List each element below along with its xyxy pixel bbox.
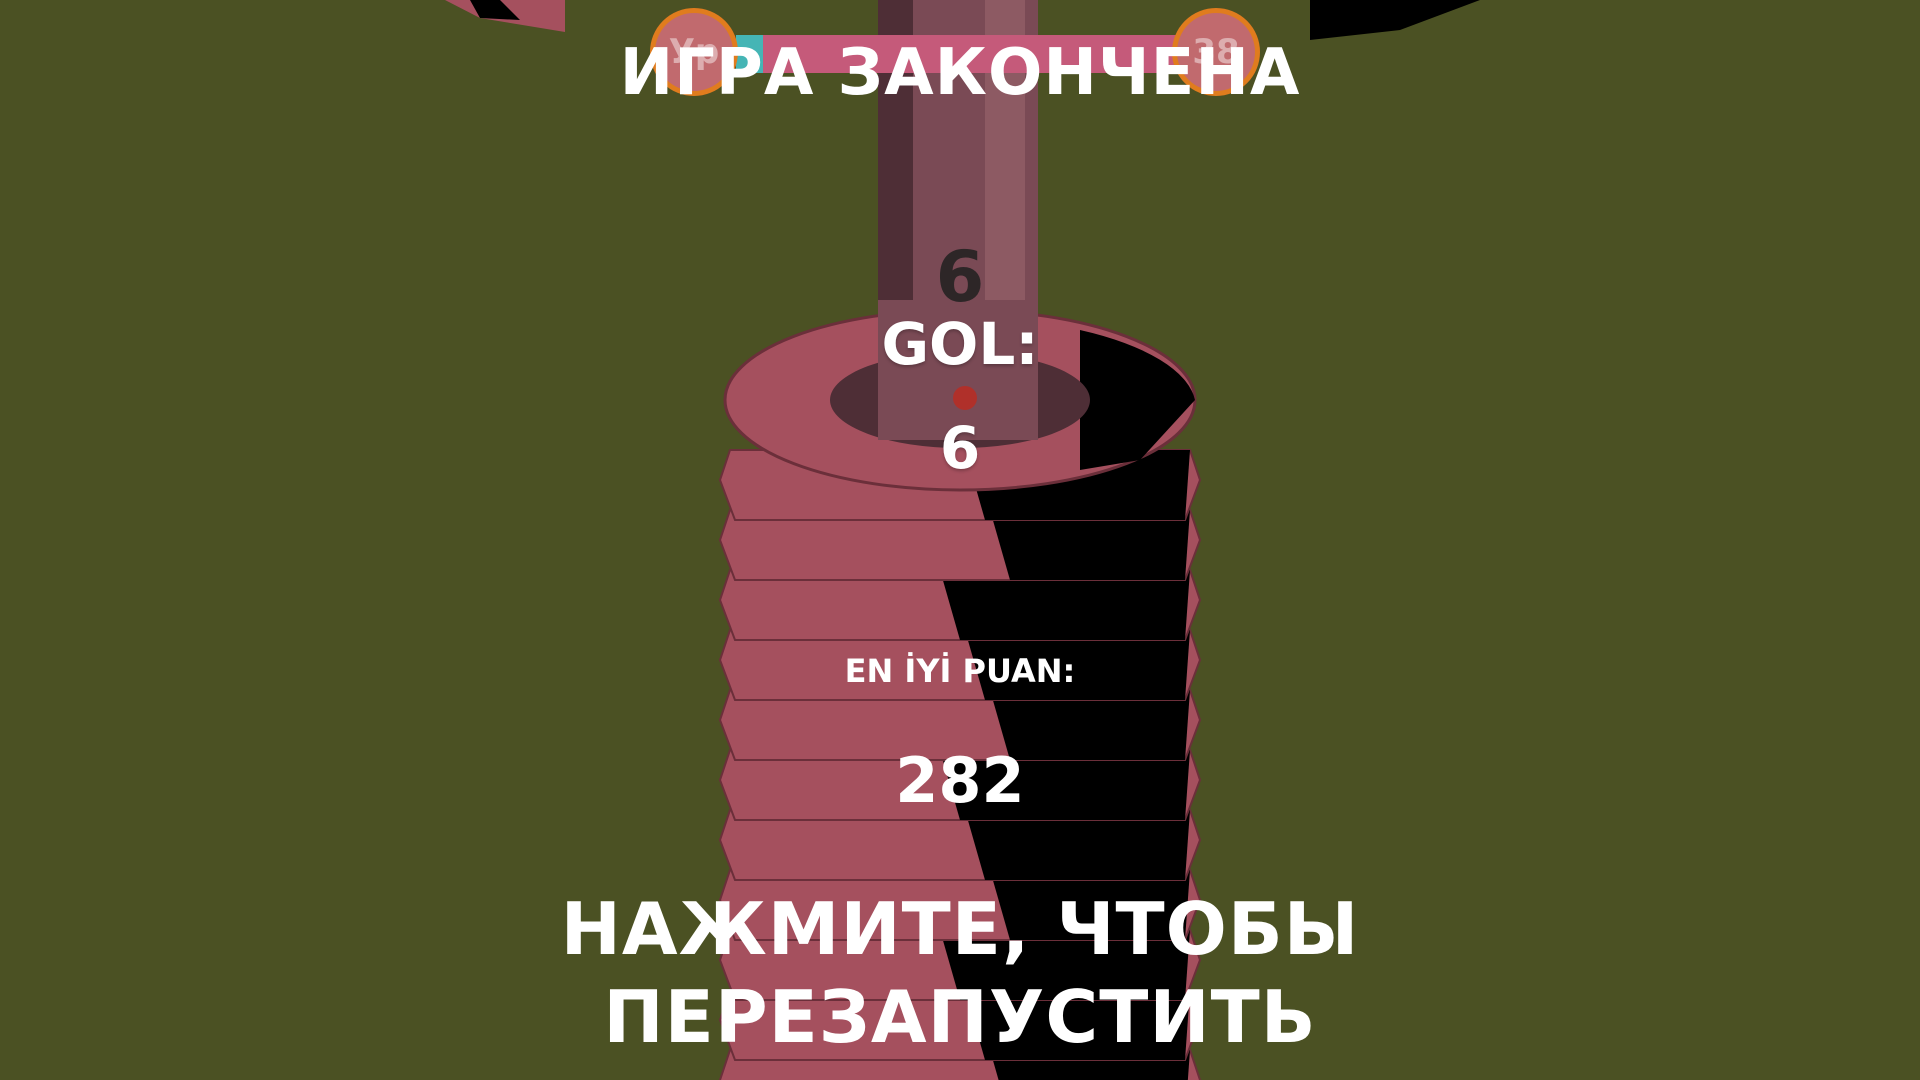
restart-line-1: НАЖМИТЕ, ЧТОБЫ (560, 887, 1360, 971)
game-over-overlay[interactable]: ИГРА ЗАКОНЧЕНА 6 GOL: 6 EN İYİ PUAN: 282… (0, 0, 1920, 1080)
restart-line-2: ПЕРЕЗАПУСТИТЬ (603, 975, 1317, 1059)
level-number: 6 (935, 236, 985, 318)
game-scene[interactable]: Ур 38 ИГРА ЗАКОНЧЕНА 6 GOL: 6 EN İYİ PUA… (0, 0, 1920, 1080)
best-score-label: EN İYİ PUAN: (844, 652, 1076, 690)
best-score-value: 282 (895, 744, 1025, 817)
score-value: 6 (939, 414, 981, 482)
game-over-title: ИГРА ЗАКОНЧЕНА (619, 36, 1301, 110)
restart-prompt[interactable]: НАЖМИТЕ, ЧТОБЫ ПЕРЕЗАПУСТИТЬ (0, 885, 1920, 1061)
score-label: GOL: (881, 310, 1039, 378)
